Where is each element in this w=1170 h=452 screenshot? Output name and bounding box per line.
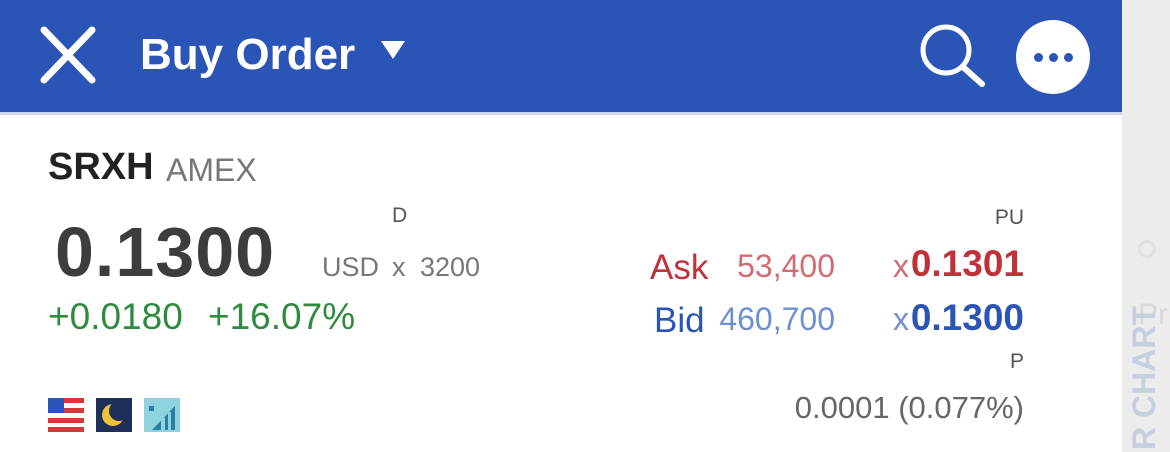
ask-size: 53,400 xyxy=(737,248,835,284)
ask-separator: x xyxy=(893,248,909,284)
price-change: +0.0180 xyxy=(48,296,183,337)
side-chart-tab[interactable]: R CHART xyxy=(1126,306,1163,450)
more-icon xyxy=(1033,52,1043,62)
bid-separator: x xyxy=(893,301,909,337)
last-price: 0.1300 xyxy=(55,213,276,291)
search-button[interactable] xyxy=(916,22,988,88)
page-title: Buy Order xyxy=(140,30,356,79)
ask-label: Ask xyxy=(650,248,709,287)
bar-chart-icon xyxy=(144,398,180,432)
order-panel: Buy Order SRXH AMEX D 0.1300 USD x 3200 … xyxy=(0,0,1122,452)
bid-size: 460,700 xyxy=(719,301,835,337)
bid-price[interactable]: 0.1300 xyxy=(911,297,1024,339)
us-flag-icon xyxy=(48,398,84,432)
last-size: 3200 xyxy=(420,252,481,282)
price-flag-label: D xyxy=(392,204,408,227)
ask-price[interactable]: 0.1301 xyxy=(911,243,1024,285)
caret-down-icon xyxy=(381,41,406,59)
symbol: SRXH xyxy=(48,146,154,188)
status-icons xyxy=(48,398,192,432)
header-bar: Buy Order xyxy=(0,0,1122,115)
more-icon-dot xyxy=(1048,52,1058,62)
moon-icon xyxy=(96,398,132,432)
exchange: AMEX xyxy=(166,152,257,188)
close-button[interactable] xyxy=(36,26,100,84)
last-size-separator: x xyxy=(392,252,406,282)
currency: USD xyxy=(322,252,380,282)
price-change-percent: +16.07% xyxy=(208,296,356,337)
bid-label: Bid xyxy=(654,301,705,340)
search-icon xyxy=(920,24,985,87)
more-options-button[interactable] xyxy=(1016,20,1090,94)
pu-label: PU xyxy=(994,206,1024,229)
side-circle-icon xyxy=(1138,240,1156,258)
p-label: P xyxy=(1009,350,1024,373)
order-type-dropdown[interactable]: Buy Order xyxy=(140,26,406,84)
close-icon xyxy=(40,26,96,84)
spread-value: 0.0001 (0.077%) xyxy=(794,390,1024,425)
more-icon-dot xyxy=(1063,52,1073,62)
